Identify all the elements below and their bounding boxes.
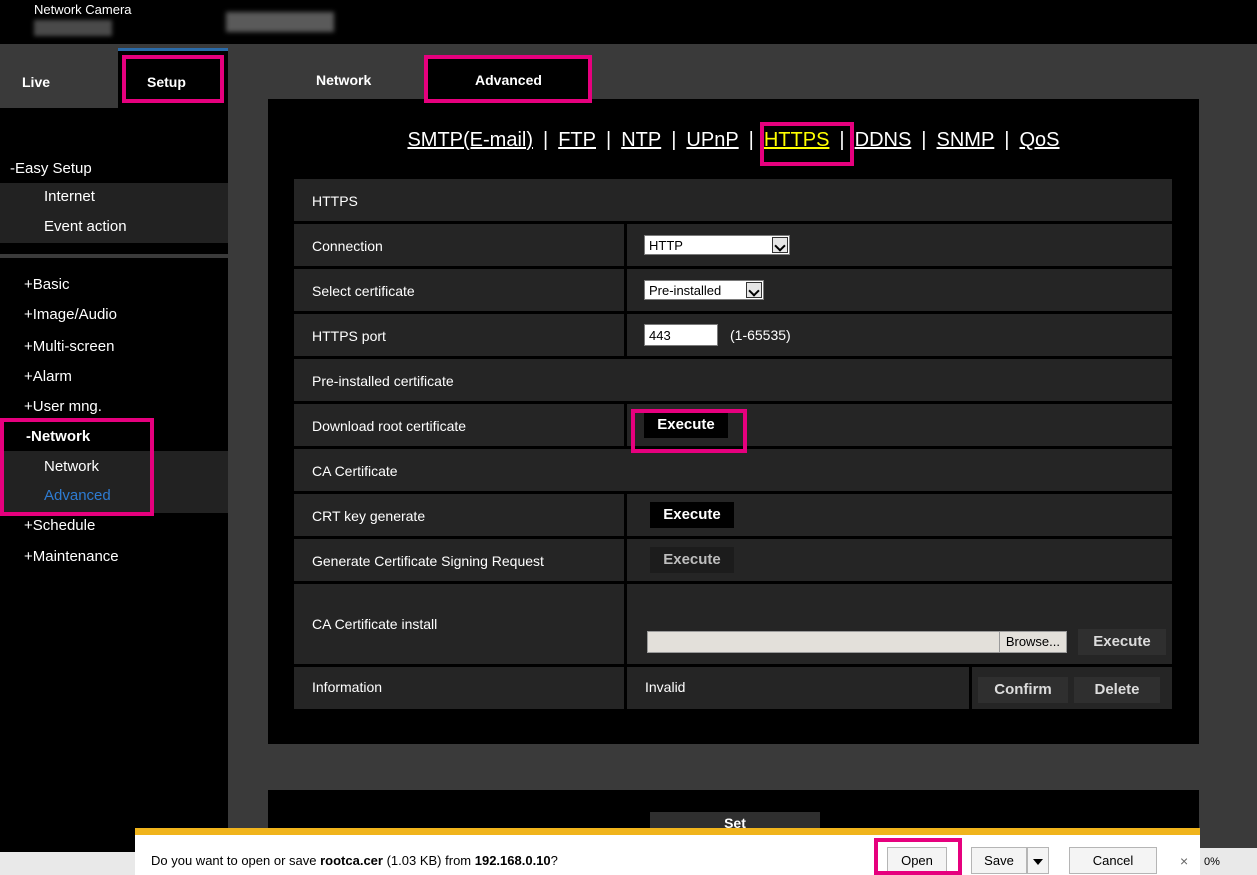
ca-title: CA Certificate xyxy=(312,463,398,479)
chevron-down-icon xyxy=(772,237,788,253)
row-csr: Generate Certificate Signing Request Exe… xyxy=(294,539,1172,581)
information-label: Information xyxy=(312,679,383,695)
sidebar-divider xyxy=(0,254,228,258)
sidebar-item-maintenance[interactable]: +Maintenance xyxy=(24,548,119,565)
highlight-advanced-tab xyxy=(424,55,592,103)
row-information: Information Invalid Confirm Delete xyxy=(294,667,1172,709)
row-ca-install: CA Certificate install Browse... Execute xyxy=(294,584,1172,664)
app-title: Network Camera xyxy=(34,2,132,17)
ca-install-label: CA Certificate install xyxy=(312,616,438,632)
link-qos[interactable]: QoS xyxy=(1020,129,1060,151)
crt-key-execute-button[interactable]: Execute xyxy=(650,502,734,528)
protocol-links: SMTP(E-mail) | FTP | NTP | UPnP | HTTPS | DDNS | SNM… xyxy=(407,129,1060,151)
download-message: Do you want to open or save rootca.cer (… xyxy=(151,853,558,868)
confirm-button[interactable]: Confirm xyxy=(978,677,1068,703)
download-host: 192.168.0.10 xyxy=(474,853,551,868)
sidebar-item-user-mng[interactable]: +User mng. xyxy=(24,398,102,415)
link-ftp[interactable]: FTP xyxy=(558,129,596,151)
sidebar-item-internet[interactable]: Internet xyxy=(44,188,95,205)
close-icon[interactable]: × xyxy=(1180,853,1188,869)
certificate-select[interactable]: Pre-installed xyxy=(644,280,764,300)
section-https: HTTPS xyxy=(294,179,1172,221)
highlight-https-link xyxy=(760,122,854,166)
chevron-down-icon xyxy=(1033,858,1043,865)
csr-label: Generate Certificate Signing Request xyxy=(312,553,544,569)
download-root-label: Download root certificate xyxy=(312,418,467,434)
connection-select[interactable]: HTTP xyxy=(644,235,790,255)
tab-live[interactable]: Live xyxy=(22,74,50,90)
zoom-value: 0% xyxy=(1204,856,1220,868)
information-value: Invalid xyxy=(645,679,686,695)
browse-button[interactable]: Browse... xyxy=(998,632,1066,652)
ca-file-input[interactable]: Browse... xyxy=(647,631,1067,653)
sidebar-item-basic[interactable]: +Basic xyxy=(24,276,69,293)
app-header: Network Camera xyxy=(0,0,1257,44)
crt-key-label: CRT key generate xyxy=(312,508,426,524)
https-port-label: HTTPS port xyxy=(312,328,386,344)
highlight-setup-tab xyxy=(122,55,224,103)
row-connection: Connection HTTP xyxy=(294,224,1172,266)
download-notification-bar: Do you want to open or save rootca.cer (… xyxy=(135,828,1200,875)
https-port-range: (1-65535) xyxy=(730,327,791,343)
tab-network-label: Network xyxy=(316,72,372,88)
download-filename: rootca.cer xyxy=(320,853,383,868)
save-options-button[interactable] xyxy=(1027,847,1049,874)
link-snmp[interactable]: SNMP xyxy=(937,129,995,151)
link-ddns[interactable]: DDNS xyxy=(855,129,912,151)
sidebar-item-schedule[interactable]: +Schedule xyxy=(24,517,95,534)
link-upnp[interactable]: UPnP xyxy=(686,129,738,151)
sidebar-item-multi-screen[interactable]: +Multi-screen xyxy=(24,338,114,355)
highlight-execute-button xyxy=(631,409,747,453)
sidebar-item-image-audio[interactable]: +Image/Audio xyxy=(24,306,117,323)
highlight-network-menu xyxy=(0,418,154,516)
model-title-blurred xyxy=(226,12,334,32)
delete-button[interactable]: Delete xyxy=(1074,677,1160,703)
chevron-down-icon xyxy=(746,282,762,298)
row-select-certificate: Select certificate Pre-installed xyxy=(294,269,1172,311)
connection-value: HTTP xyxy=(649,238,683,253)
certificate-value: Pre-installed xyxy=(649,283,722,298)
sidebar-item-event-action[interactable]: Event action xyxy=(44,218,127,235)
status-bar xyxy=(0,852,135,875)
highlight-open-button xyxy=(874,838,962,875)
link-smtp[interactable]: SMTP(E-mail) xyxy=(407,129,533,151)
section-preinstalled: Pre-installed certificate xyxy=(294,359,1172,401)
https-port-input[interactable]: 443 xyxy=(644,324,718,346)
sidebar-easy-setup[interactable]: -Easy Setup xyxy=(10,160,92,177)
row-crt-key: CRT key generate Execute xyxy=(294,494,1172,536)
select-certificate-label: Select certificate xyxy=(312,283,415,299)
connection-label: Connection xyxy=(312,238,383,254)
model-name-blurred xyxy=(34,20,112,36)
cancel-button[interactable]: Cancel xyxy=(1069,847,1157,874)
zoom-control[interactable]: 0% xyxy=(1200,848,1257,875)
section-ca-certificate: CA Certificate xyxy=(294,449,1172,491)
ca-install-execute-button[interactable]: Execute xyxy=(1078,629,1166,655)
link-ntp[interactable]: NTP xyxy=(621,129,661,151)
save-button[interactable]: Save xyxy=(971,847,1027,874)
csr-execute-button[interactable]: Execute xyxy=(650,547,734,573)
page-tabs: Network Advanced xyxy=(268,55,1199,100)
preinstalled-title: Pre-installed certificate xyxy=(312,373,454,389)
section-title: HTTPS xyxy=(312,193,358,209)
row-https-port: HTTPS port 443 (1-65535) xyxy=(294,314,1172,356)
tab-network[interactable]: Network xyxy=(268,55,418,100)
sidebar-item-alarm[interactable]: +Alarm xyxy=(24,368,72,385)
